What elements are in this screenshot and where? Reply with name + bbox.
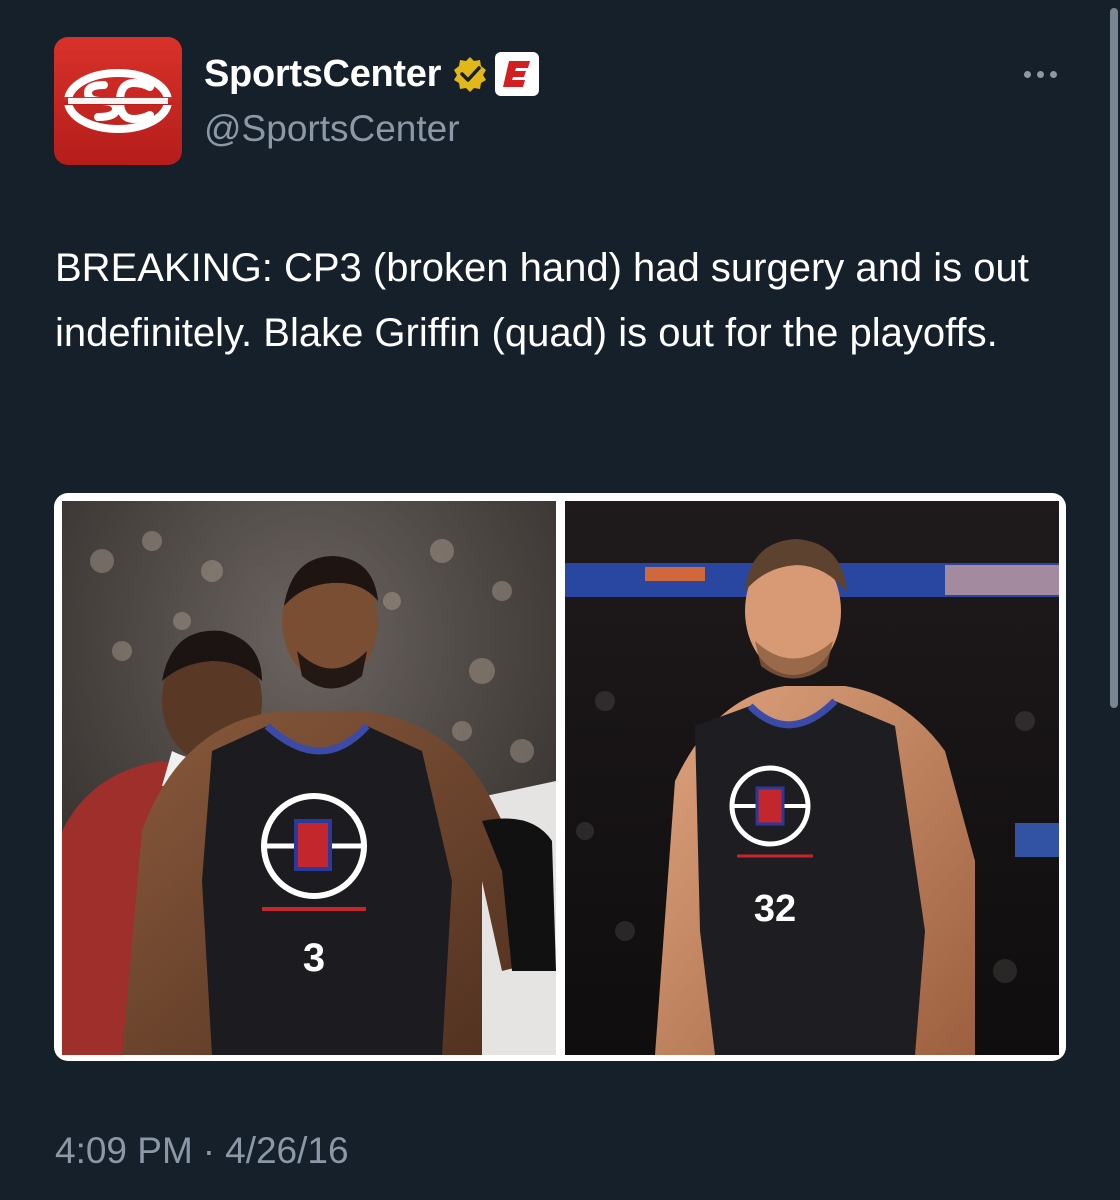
scrollbar-thumb[interactable]: [1110, 8, 1118, 708]
sportscenter-logo-icon: [54, 37, 182, 165]
author-handle[interactable]: @SportsCenter: [204, 108, 460, 150]
tweet-media-grid: 3 32: [54, 493, 1066, 1061]
author-name-row: SportsCenter: [204, 52, 540, 96]
espn-affiliate-badge[interactable]: [495, 52, 540, 96]
tweet-text: BREAKING: CP3 (broken hand) had surgery …: [55, 246, 1029, 355]
tweet-date: 4/26/16: [225, 1130, 349, 1171]
espn-e-icon: [503, 61, 531, 87]
more-options-button[interactable]: [1014, 56, 1066, 92]
tweet-time: 4:09 PM: [55, 1130, 193, 1171]
jersey-number-3: 3: [303, 936, 325, 980]
photo-chris-paul[interactable]: 3: [62, 501, 556, 1055]
tweet: SportsCenter @SportsCenter BREAKING: CP3…: [0, 0, 1120, 1200]
jersey-number-32: 32: [754, 888, 796, 930]
tweet-timestamp[interactable]: 4:09 PM · 4/26/16: [55, 1130, 349, 1172]
dot-icon: [1023, 70, 1031, 78]
photo-blake-griffin[interactable]: 32: [565, 501, 1059, 1055]
dot-icon: [1036, 70, 1044, 78]
scrollbar[interactable]: [1106, 0, 1120, 720]
author-avatar[interactable]: [54, 37, 182, 165]
timestamp-separator: ·: [202, 1130, 216, 1171]
author-display-name[interactable]: SportsCenter: [204, 53, 441, 96]
dot-icon: [1049, 70, 1057, 78]
verified-badge-icon[interactable]: [451, 55, 489, 93]
